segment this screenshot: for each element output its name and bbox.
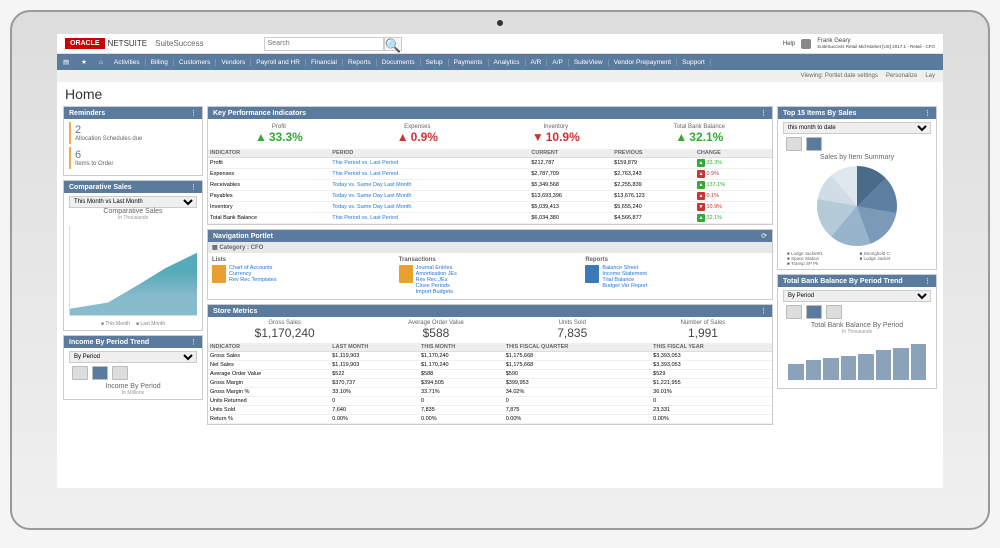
nav-activities[interactable]: Activities [109,59,146,66]
nav-link[interactable]: Rev Rec Templates [229,277,277,283]
nav-link[interactable]: Budget Var Report [602,283,647,289]
comparative-chart [69,226,197,316]
portlet-menu-icon[interactable]: ⋮ [924,109,931,117]
table-row[interactable]: PayablesToday vs. Same Day Last Month$13… [208,191,772,202]
search-button[interactable]: 🔍 [384,37,402,51]
table-row[interactable]: Units Sold7,6407,8357,87523,331 [208,406,772,415]
page-controls: Viewing: Portlet date settings Personali… [57,70,943,82]
nav-documents[interactable]: Documents [377,59,421,66]
table-row[interactable]: Net Sales$1,119,903$1,170,240$1,175,668$… [208,361,772,370]
nav-suiteview[interactable]: SuiteView [569,59,609,66]
comparative-sales-portlet: Comparative Sales⋮ This Month vs Last Mo… [63,180,203,331]
viewing-label[interactable]: Viewing: Portlet date settings [801,73,878,79]
nav-payroll[interactable]: Payroll and HR [251,59,306,66]
bank-balance-portlet: Total Bank Balance By Period Trend⋮ By P… [777,274,937,389]
main-nav: ▤ ★ ⌂ Activities Billing Customers Vendo… [57,54,943,70]
store-metrics-portlet: Store Metrics⋮ Gross Sales$1,170,240 Ave… [207,304,773,425]
refresh-icon[interactable]: ⟳ [761,232,767,240]
personalize-link[interactable]: Personalize [886,73,917,79]
table-row[interactable]: ExpensesThis Period vs. Last Period$2,78… [208,169,772,180]
top15-portlet: Top 15 Items By Sales⋮ this month to dat… [777,106,937,270]
pie-chart [817,166,897,246]
table-row[interactable]: Gross Margin %33.10%33.71%34.02%36.01% [208,388,772,397]
nav-menu-icon[interactable]: ▤ [57,58,75,66]
nav-financial[interactable]: Financial [306,59,343,66]
search-input[interactable] [264,37,384,51]
portlet-menu-icon[interactable]: ⋮ [760,109,767,117]
chart-icon[interactable] [806,305,822,319]
nav-customers[interactable]: Customers [174,59,216,66]
chart-icon[interactable] [786,305,802,319]
doc-icon [399,265,413,283]
table-row[interactable]: Return %0.00%0.00%0.00%0.00% [208,415,772,424]
nav-reports[interactable]: Reports [343,59,377,66]
nav-category: ▦ Category : CFO [208,242,772,253]
reminder-item[interactable]: 2 Allocation Schedules due [69,122,197,144]
table-row[interactable]: Gross Margin$370,737$394,505$399,953$1,2… [208,379,772,388]
global-search: 🔍 [264,37,402,51]
portlet-menu-icon[interactable]: ⋮ [190,109,197,117]
nav-vendor-prepay[interactable]: Vendor Prepayment [609,59,677,66]
kpi-portlet: Key Performance Indicators⋮ Profit33.3% … [207,106,773,225]
pie-legend: ■ Lodge Jacket#1 ■ Space Station ■ Trans… [783,251,931,266]
chart-icon[interactable] [786,137,802,151]
chart-type-icons [69,363,197,383]
portlet-menu-icon[interactable]: ⋮ [190,338,197,346]
nav-analytics[interactable]: Analytics [489,59,526,66]
table-row[interactable]: Total Bank BalanceThis Period vs. Last P… [208,213,772,224]
reminder-item[interactable]: 6 Items to Order [69,147,197,169]
nav-billing[interactable]: Billing [146,59,174,66]
page-title: Home [57,82,943,106]
nav-home-icon[interactable]: ⌂ [93,59,109,66]
table-row[interactable]: ProfitThis Period vs. Last Period$212,78… [208,158,772,169]
bank-period-select[interactable]: By Period [783,290,931,302]
layout-link[interactable]: Lay [925,73,935,79]
oracle-logo: ORACLE [65,38,105,49]
portlet-menu-icon[interactable]: ⋮ [924,277,931,285]
table-row[interactable]: InventoryToday vs. Same Day Last Month$5… [208,202,772,213]
comparative-period-select[interactable]: This Month vs Last Month [69,196,197,208]
table-row[interactable]: ReceivablesToday vs. Same Day Last Month… [208,180,772,191]
doc-icon [585,265,599,283]
top-bar: ORACLE NETSUITE SuiteSuccess 🔍 Help Fran… [57,34,943,54]
netsuite-logo: NETSUITE [105,39,148,48]
nav-setup[interactable]: Setup [421,59,449,66]
nav-ap[interactable]: A/P [547,59,568,66]
chart-icon[interactable] [826,305,842,319]
doc-icon [212,265,226,283]
nav-vendors[interactable]: Vendors [216,59,251,66]
nav-payments[interactable]: Payments [449,59,489,66]
chart-icon[interactable] [112,366,128,380]
income-period-select[interactable]: By Period [69,351,197,363]
store-table: INDICATORLAST MONTHTHIS MONTHTHIS FISCAL… [208,343,772,424]
bar-chart [783,335,931,385]
reminders-title: Reminders [69,110,105,117]
portlet-menu-icon[interactable]: ⋮ [760,307,767,315]
nav-support[interactable]: Support [677,59,711,66]
table-row[interactable]: Average Order Value$522$588$590$529 [208,370,772,379]
suitesuccess-logo: SuiteSuccess [147,39,203,48]
nav-star-icon[interactable]: ★ [75,58,93,66]
portlet-menu-icon[interactable]: ⋮ [190,183,197,191]
help-link[interactable]: Help [783,41,795,47]
reminders-portlet: Reminders ⋮ 2 Allocation Schedules due 6 … [63,106,203,176]
nav-ar[interactable]: A/R [526,59,548,66]
nav-link[interactable]: Import Budgets [416,289,457,295]
top15-period-select[interactable]: this month to date [783,122,931,134]
kpi-table: INDICATORPERIODCURRENTPREVIOUSCHANGE Pro… [208,149,772,224]
avatar[interactable] [801,39,811,49]
navigation-portlet: Navigation Portlet⟳ ▦ Category : CFO Lis… [207,229,773,300]
chart-icon[interactable] [72,366,88,380]
income-trend-portlet: Income By Period Trend⋮ By Period Income… [63,335,203,400]
table-row[interactable]: Units Returned0000 [208,397,772,406]
user-role: SuiteSuccess Retail Mid-Market [US] 2017… [817,44,935,49]
chart-icon[interactable] [92,366,108,380]
chart-icon[interactable] [806,137,822,151]
table-row[interactable]: Gross Sales$1,119,903$1,170,240$1,175,66… [208,352,772,361]
